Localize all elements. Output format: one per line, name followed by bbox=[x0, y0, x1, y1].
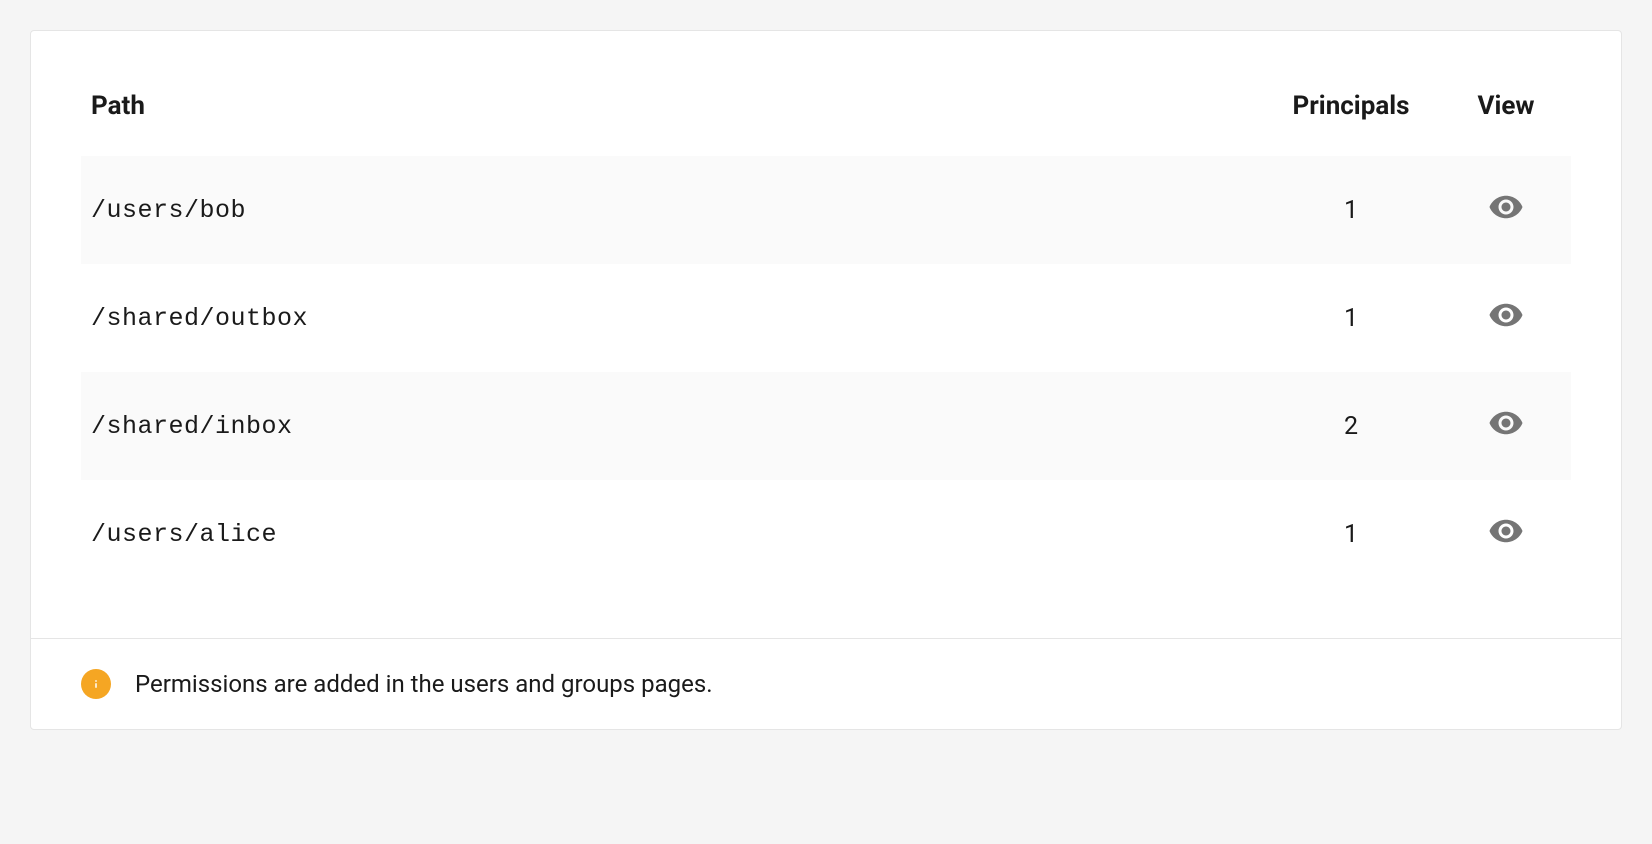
cell-principals: 2 bbox=[1261, 372, 1441, 480]
info-icon bbox=[81, 669, 111, 699]
cell-path: /users/bob bbox=[81, 156, 1261, 264]
table-header-row: Path Principals View bbox=[81, 71, 1571, 156]
cell-principals: 1 bbox=[1261, 480, 1441, 588]
table-row: /shared/outbox1 bbox=[81, 264, 1571, 372]
table-row: /users/bob1 bbox=[81, 156, 1571, 264]
cell-view bbox=[1441, 264, 1571, 372]
header-principals: Principals bbox=[1261, 71, 1441, 156]
table-row: /users/alice1 bbox=[81, 480, 1571, 588]
eye-icon[interactable] bbox=[1488, 405, 1524, 441]
permissions-table: Path Principals View /users/bob1/shared/… bbox=[81, 71, 1571, 588]
cell-path: /shared/inbox bbox=[81, 372, 1261, 480]
cell-principals: 1 bbox=[1261, 264, 1441, 372]
header-view: View bbox=[1441, 71, 1571, 156]
permissions-card: Path Principals View /users/bob1/shared/… bbox=[30, 30, 1622, 730]
table-container: Path Principals View /users/bob1/shared/… bbox=[31, 31, 1621, 638]
footer-message: Permissions are added in the users and g… bbox=[135, 670, 713, 698]
eye-icon[interactable] bbox=[1488, 513, 1524, 549]
cell-view bbox=[1441, 372, 1571, 480]
header-path: Path bbox=[81, 71, 1261, 156]
table-row: /shared/inbox2 bbox=[81, 372, 1571, 480]
footer: Permissions are added in the users and g… bbox=[31, 638, 1621, 729]
cell-path: /users/alice bbox=[81, 480, 1261, 588]
cell-view bbox=[1441, 156, 1571, 264]
cell-principals: 1 bbox=[1261, 156, 1441, 264]
eye-icon[interactable] bbox=[1488, 297, 1524, 333]
cell-view bbox=[1441, 480, 1571, 588]
cell-path: /shared/outbox bbox=[81, 264, 1261, 372]
eye-icon[interactable] bbox=[1488, 189, 1524, 225]
